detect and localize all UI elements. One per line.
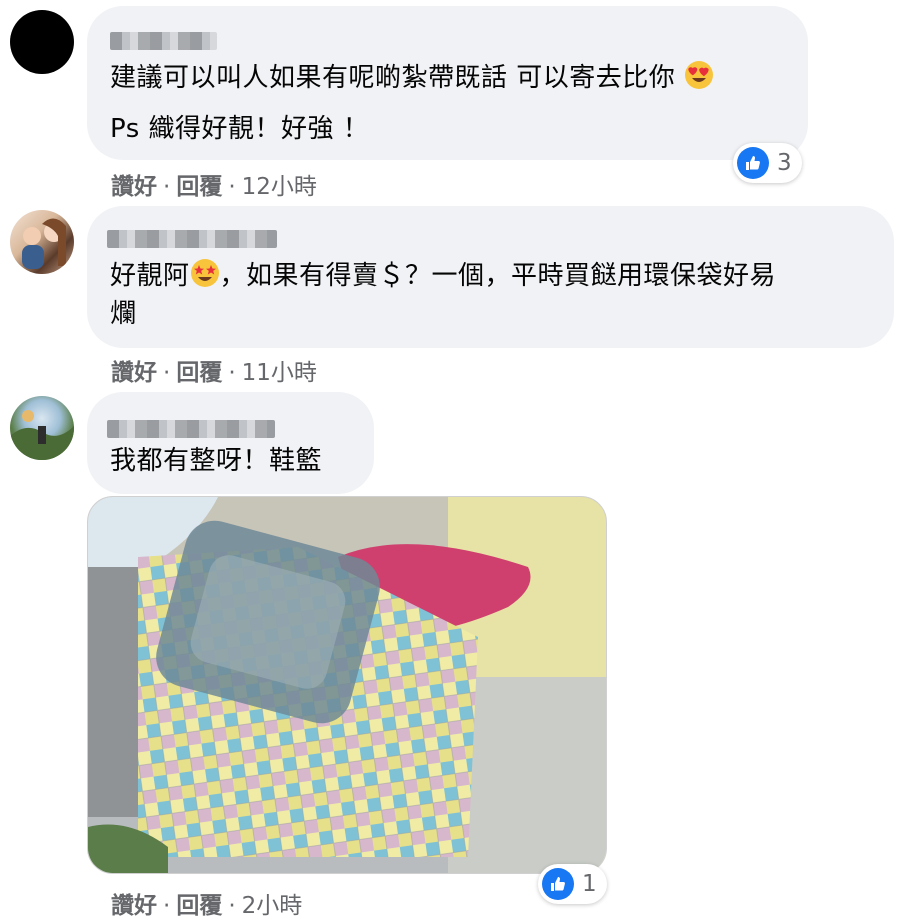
heart-eyes-emoji: [684, 60, 714, 101]
separator-dot: ·: [228, 893, 236, 919]
reaction-summary[interactable]: 3: [733, 143, 802, 183]
comment-text-line: 建議可以叫人如果有呢啲紮帶既話 可以寄去比你: [110, 59, 714, 101]
timestamp[interactable]: 12小時: [242, 174, 317, 200]
reaction-count: 3: [777, 150, 792, 176]
like-reaction-icon: [542, 868, 574, 900]
comment-bubble: 我都有整呀！鞋籃: [87, 392, 374, 494]
comment-text-line: 我都有整呀！鞋籃: [110, 446, 323, 476]
commenter-avatar[interactable]: [10, 396, 74, 460]
comment-actions: 讚好 · 回覆 · 11小時: [111, 353, 317, 387]
comment-text-line: 爛: [110, 299, 137, 329]
star-struck-emoji: [190, 258, 220, 299]
commenter-name-redacted[interactable]: [110, 32, 217, 50]
commenter-avatar[interactable]: [10, 210, 74, 274]
comment-actions: 讚好 · 回覆 · 12小時: [111, 167, 317, 201]
reply-button[interactable]: 回覆: [176, 893, 222, 919]
comment-actions: 讚好 · 回覆 · 2小時: [111, 886, 302, 920]
commenter-name-redacted[interactable]: [107, 230, 277, 248]
comment-text-line: Ps 織得好靚！好強 ！: [110, 114, 370, 144]
separator-dot: ·: [228, 360, 236, 386]
timestamp[interactable]: 11小時: [242, 360, 317, 386]
comment-attached-photo[interactable]: [87, 496, 607, 874]
reaction-summary[interactable]: 1: [538, 864, 607, 904]
like-reaction-icon: [737, 147, 769, 179]
separator-dot: ·: [163, 174, 171, 200]
separator-dot: ·: [163, 893, 171, 919]
comment-bubble: 建議可以叫人如果有呢啲紮帶既話 可以寄去比你 Ps 織得好靚！好強 ！: [87, 6, 808, 160]
reply-button[interactable]: 回覆: [176, 360, 222, 386]
comment-bubble: 好靚阿 ，如果有得賣＄？一個，平時買餸用環保袋好易 爛: [87, 206, 894, 348]
reaction-count: 1: [582, 871, 597, 897]
commenter-avatar[interactable]: [10, 10, 74, 74]
like-button[interactable]: 讚好: [111, 174, 157, 200]
separator-dot: ·: [228, 174, 236, 200]
timestamp[interactable]: 2小時: [242, 893, 303, 919]
reply-button[interactable]: 回覆: [176, 174, 222, 200]
comment-text-line: 好靚阿 ，如果有得賣＄？一個，平時買餸用環保袋好易: [110, 257, 776, 299]
separator-dot: ·: [163, 360, 171, 386]
like-button[interactable]: 讚好: [111, 893, 157, 919]
like-button[interactable]: 讚好: [111, 360, 157, 386]
commenter-name-redacted[interactable]: [107, 420, 275, 438]
